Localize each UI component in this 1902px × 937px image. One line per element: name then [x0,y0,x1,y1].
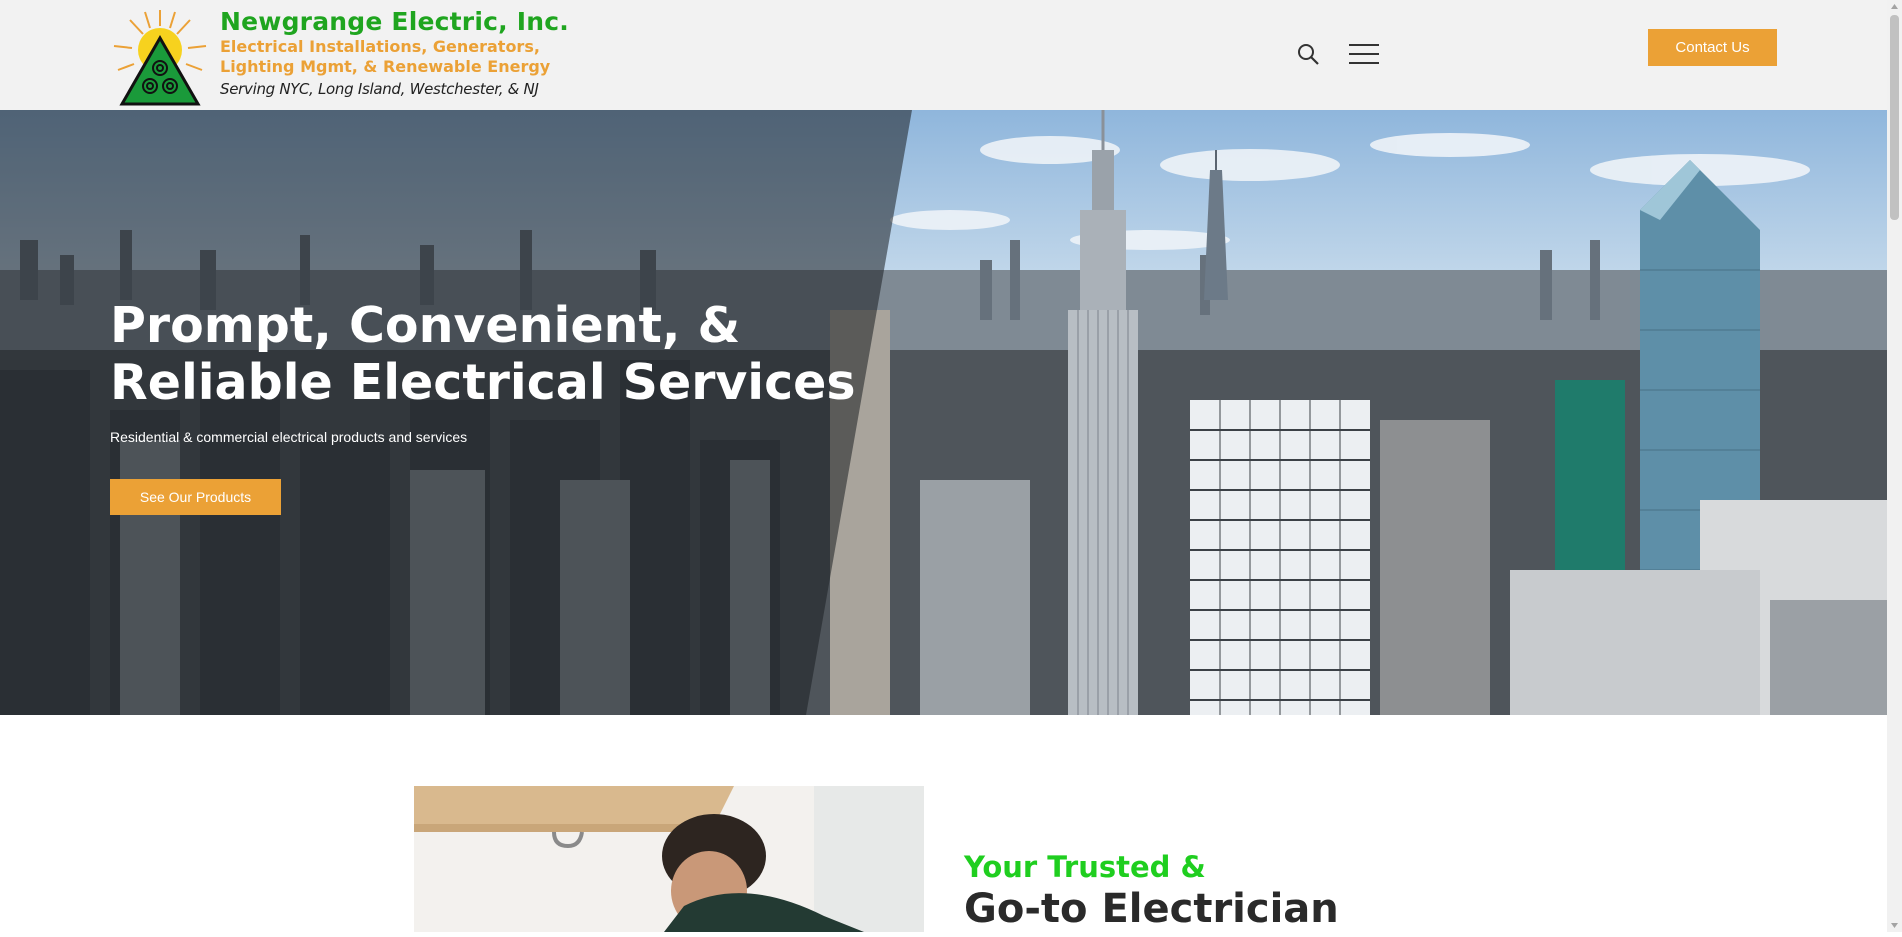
hero-subtitle: Residential & commercial electrical prod… [110,429,468,445]
intro-kicker: Your Trusted & [964,850,1206,884]
electrician-image [414,786,924,932]
hero-title-line1: Prompt, Convenient, & [110,297,741,354]
intro-title: Go-to Electrician [964,886,1339,932]
hero-title-line2: Reliable Electrical Services [110,354,856,411]
brand-tagline-line2: Lighting Mgmt, & Renewable Energy [220,57,551,76]
site-header: Newgrange Electric, Inc. Electrical Inst… [0,0,1887,110]
brand-tagline: Electrical Installations, Generators, Li… [220,37,550,77]
search-button[interactable] [1296,42,1320,66]
brand-name[interactable]: Newgrange Electric, Inc. [220,7,569,36]
hero-banner: Prompt, Convenient, & Reliable Electrica… [0,110,1887,715]
service-area: Serving NYC, Long Island, Westchester, &… [220,80,539,98]
scroll-up-arrow[interactable] [1887,0,1902,14]
page-scrollbar[interactable] [1887,0,1902,932]
hero-title: Prompt, Convenient, & Reliable Electrica… [110,297,870,411]
chevron-down-icon [1891,923,1898,928]
chevron-up-icon [1891,4,1898,9]
sun-triangle-logo-icon [113,10,207,106]
contact-us-button[interactable]: Contact Us [1648,29,1777,66]
menu-line [1349,62,1379,64]
menu-line [1349,53,1379,55]
newgrange-logo[interactable] [110,8,210,106]
city-skyline-image [0,110,1887,715]
scroll-thumb[interactable] [1890,15,1899,220]
menu-line [1349,44,1379,46]
see-our-products-button[interactable]: See Our Products [110,479,281,515]
hamburger-menu-icon[interactable] [1349,44,1379,66]
search-icon [1298,44,1319,65]
scroll-down-arrow[interactable] [1887,918,1902,932]
brand-tagline-line1: Electrical Installations, Generators, [220,37,540,56]
electrician-photo [414,786,924,932]
